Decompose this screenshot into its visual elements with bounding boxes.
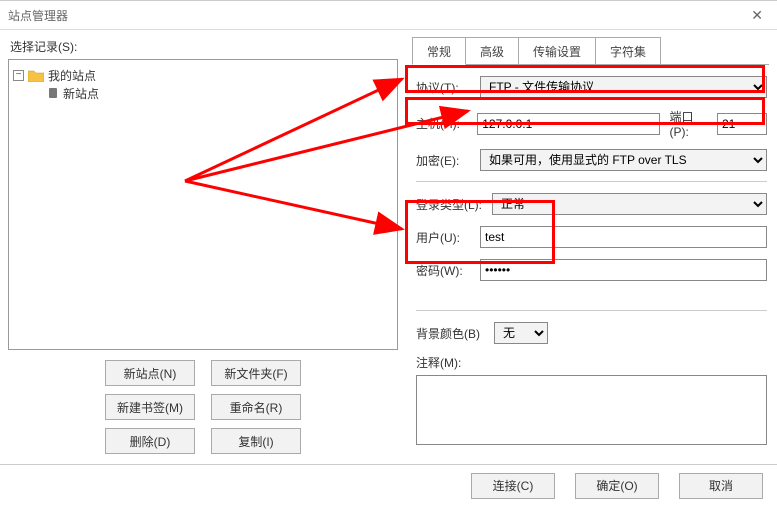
collapse-icon[interactable]: − [13,70,24,81]
tab-transfer[interactable]: 传输设置 [518,37,596,65]
tab-general[interactable]: 常规 [412,37,466,65]
host-label: 主机(H): [416,115,477,132]
encryption-select[interactable]: 如果可用，使用显式的 FTP over TLS [480,149,767,171]
new-folder-button[interactable]: 新文件夹(F) [211,360,301,386]
tab-advanced[interactable]: 高级 [465,37,519,65]
new-site-button[interactable]: 新站点(N) [105,360,195,386]
bgcolor-label: 背景颜色(B) [416,325,494,342]
site-tree[interactable]: − 我的站点 新站点 [8,59,398,350]
notes-textarea[interactable] [416,375,767,445]
select-entry-label: 选择记录(S): [10,38,398,55]
close-icon[interactable]: ✕ [745,7,769,24]
tab-bar: 常规 高级 传输设置 字符集 [412,36,769,65]
port-label: 端口(P): [670,108,711,139]
tab-charset[interactable]: 字符集 [595,37,661,65]
password-label: 密码(W): [416,262,480,279]
copy-button[interactable]: 复制(I) [211,428,301,454]
tree-root-label: 我的站点 [48,67,96,84]
tree-item-label: 新站点 [63,85,99,102]
server-icon [47,86,59,100]
bgcolor-select[interactable]: 无 [494,322,548,344]
port-input[interactable] [717,113,767,135]
cancel-button[interactable]: 取消 [679,473,763,499]
ok-button[interactable]: 确定(O) [575,473,659,499]
protocol-select[interactable]: FTP - 文件传输协议 [480,76,767,98]
logon-type-select[interactable]: 正常 [492,193,767,215]
logon-type-label: 登录类型(L): [416,196,492,213]
tree-item-newsite[interactable]: 新站点 [47,84,393,102]
connect-button[interactable]: 连接(C) [471,473,555,499]
user-input[interactable] [480,226,767,248]
host-input[interactable] [477,113,659,135]
tree-root[interactable]: − 我的站点 [13,66,393,84]
window-title: 站点管理器 [8,7,745,24]
encryption-label: 加密(E): [416,152,480,169]
titlebar: 站点管理器 ✕ [0,1,777,29]
notes-label: 注释(M): [416,354,767,371]
user-label: 用户(U): [416,229,480,246]
folder-icon [28,69,44,82]
rename-button[interactable]: 重命名(R) [211,394,301,420]
password-input[interactable] [480,259,767,281]
protocol-label: 协议(T): [416,79,480,96]
delete-button[interactable]: 删除(D) [105,428,195,454]
new-bookmark-button[interactable]: 新建书签(M) [105,394,195,420]
